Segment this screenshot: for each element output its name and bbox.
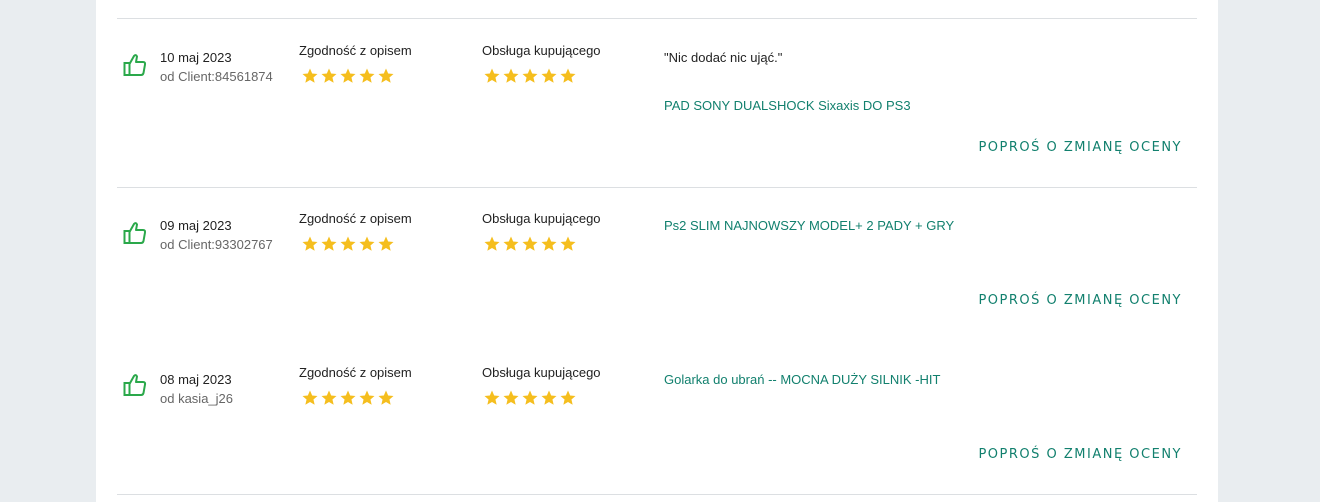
star-icon [541, 390, 557, 405]
star-icon [378, 68, 394, 83]
review-item: 08 maj 2023 od kasia_j26 Zgodność z opis… [96, 322, 1218, 482]
review-date: 10 maj 2023 [160, 50, 232, 65]
star-icon [340, 236, 356, 251]
star-icon [560, 68, 576, 83]
star-icon [503, 68, 519, 83]
thumbs-up-icon [123, 222, 147, 244]
review-comment: "Nic dodać nic ująć." [664, 50, 783, 65]
review-author: od Client:93302767 [160, 237, 273, 252]
rating-stars [483, 235, 577, 253]
star-icon [541, 236, 557, 251]
review-date: 08 maj 2023 [160, 372, 232, 387]
review-author: od Client:84561874 [160, 69, 273, 84]
star-icon [359, 68, 375, 83]
star-icon [302, 390, 318, 405]
rating-stars [483, 67, 577, 85]
rating-stars [301, 389, 395, 407]
rating-stars [301, 235, 395, 253]
request-rating-change-button[interactable]: POPROŚ O ZMIANĘ OCENY [978, 447, 1182, 462]
offer-link[interactable]: PAD SONY DUALSHOCK Sixaxis DO PS3 [664, 98, 911, 113]
star-icon [560, 390, 576, 405]
review-item: 09 maj 2023 od Client:93302767 Zgodność … [96, 168, 1218, 328]
review-item: 10 maj 2023 od Client:84561874 Zgodność … [96, 0, 1218, 160]
offer-link[interactable]: Ps2 SLIM NAJNOWSZY MODEL+ 2 PADY + GRY [664, 218, 954, 233]
thumbs-up-icon [123, 374, 147, 396]
request-rating-change-button[interactable]: POPROŚ O ZMIANĘ OCENY [978, 140, 1182, 155]
star-icon [378, 236, 394, 251]
star-icon [522, 236, 538, 251]
criterion-label: Obsługa kupującego [482, 211, 601, 226]
star-icon [522, 68, 538, 83]
star-icon [484, 68, 500, 83]
criterion-label: Obsługa kupującego [482, 43, 601, 58]
review-date: 09 maj 2023 [160, 218, 232, 233]
offer-link[interactable]: Golarka do ubrań -- MOCNA DUŻY SILNIK -H… [664, 372, 940, 387]
star-icon [359, 236, 375, 251]
criterion-label: Zgodność z opisem [299, 43, 412, 58]
star-icon [503, 236, 519, 251]
star-icon [321, 390, 337, 405]
star-icon [302, 68, 318, 83]
star-icon [321, 236, 337, 251]
criterion-label: Obsługa kupującego [482, 365, 601, 380]
star-icon [340, 68, 356, 83]
criterion-label: Zgodność z opisem [299, 365, 412, 380]
request-rating-change-button[interactable]: POPROŚ O ZMIANĘ OCENY [978, 293, 1182, 308]
criterion-label: Zgodność z opisem [299, 211, 412, 226]
star-icon [522, 390, 538, 405]
star-icon [560, 236, 576, 251]
star-icon [541, 68, 557, 83]
star-icon [359, 390, 375, 405]
rating-stars [483, 389, 577, 407]
reviews-card: 10 maj 2023 od Client:84561874 Zgodność … [96, 0, 1218, 502]
star-icon [503, 390, 519, 405]
star-icon [321, 68, 337, 83]
star-icon [302, 236, 318, 251]
review-author: od kasia_j26 [160, 391, 233, 406]
star-icon [484, 236, 500, 251]
star-icon [484, 390, 500, 405]
star-icon [340, 390, 356, 405]
divider [117, 494, 1197, 495]
thumbs-up-icon [123, 54, 147, 76]
rating-stars [301, 67, 395, 85]
star-icon [378, 390, 394, 405]
